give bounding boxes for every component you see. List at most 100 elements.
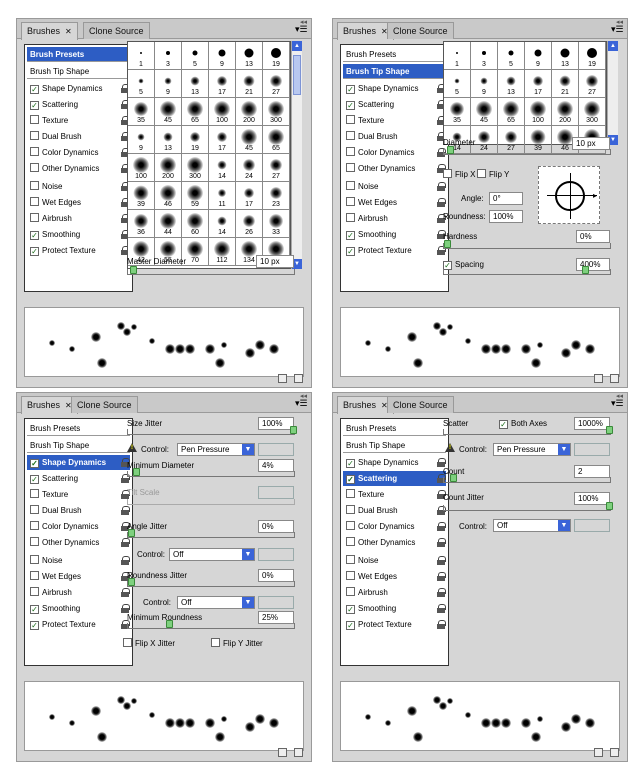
count-control-select[interactable]: Off ▼ <box>493 519 571 532</box>
checkbox[interactable] <box>346 505 355 514</box>
checkbox[interactable] <box>30 181 39 190</box>
list-item-shape-dynamics[interactable]: ✓ Shape Dynamics <box>27 81 130 96</box>
brush-preset-cell[interactable]: 24 <box>236 154 263 182</box>
brush-preset-cell[interactable]: 5 <box>128 70 155 98</box>
lock-icon[interactable] <box>437 182 446 191</box>
brush-preset-cell[interactable]: 39 <box>128 182 155 210</box>
brush-preset-cell[interactable]: 11 <box>209 182 236 210</box>
checkbox-checked[interactable]: ✓ <box>346 459 355 468</box>
brush-preset-cell[interactable]: 36 <box>128 210 155 238</box>
brush-preset-cell[interactable]: 59 <box>182 182 209 210</box>
chevron-down-icon[interactable]: ▼ <box>242 597 254 608</box>
brush-preset-cell[interactable]: 200 <box>155 154 182 182</box>
new-brush-icon[interactable] <box>594 748 603 757</box>
brush-preset-cell[interactable]: 45 <box>236 126 263 154</box>
brush-preset-cell[interactable]: 100 <box>128 154 155 182</box>
brush-preset-cell[interactable]: 100 <box>209 98 236 126</box>
checkbox[interactable] <box>346 181 355 190</box>
checkbox-checked[interactable]: ✓ <box>346 101 355 110</box>
checkbox[interactable] <box>477 169 486 178</box>
list-item-color-dynamics[interactable]: Color Dynamics <box>343 145 446 160</box>
brush-preset-cell[interactable]: 17 <box>209 70 236 98</box>
brush-preset-grid[interactable]: 1 3 5 9 13 19 5 9 13 17 21 27 35 45 65 100 200 300 9 13 19 17… <box>127 41 291 269</box>
lock-icon[interactable] <box>121 588 130 597</box>
list-item-texture[interactable]: Texture <box>343 487 446 502</box>
brush-preset-cell[interactable]: 3 <box>155 42 182 70</box>
hardness-slider[interactable] <box>443 240 611 249</box>
checkbox-checked[interactable]: ✓ <box>346 231 355 240</box>
master-diameter-field[interactable]: 10 px <box>256 255 294 268</box>
brush-preset-cell[interactable]: 19 <box>579 42 606 70</box>
slider-knob[interactable] <box>128 529 135 537</box>
brush-preset-cell[interactable]: 300 <box>579 98 606 126</box>
lock-icon[interactable] <box>437 198 446 207</box>
lock-icon[interactable] <box>437 604 446 613</box>
chevron-down-icon[interactable]: ▼ <box>558 520 570 531</box>
scatter-slider[interactable] <box>443 426 613 435</box>
brush-preset-cell[interactable]: 5 <box>444 70 471 98</box>
scroll-up-icon[interactable]: ▲ <box>608 41 618 51</box>
checkbox-checked[interactable]: ✓ <box>346 247 355 256</box>
brush-preset-cell[interactable]: 17 <box>209 126 236 154</box>
list-item-protect-texture[interactable]: ✓ Protect Texture <box>27 243 130 258</box>
lock-icon[interactable] <box>121 506 130 515</box>
brush-preset-cell[interactable]: 9 <box>471 70 498 98</box>
brush-preset-cell[interactable]: 100 <box>525 98 552 126</box>
brush-preset-cell[interactable]: 9 <box>128 126 155 154</box>
list-item-brush-tip-shape[interactable]: Brush Tip Shape <box>343 64 446 79</box>
both-axes-option[interactable]: ✓ Both Axes <box>499 419 547 429</box>
size-control-select[interactable]: Pen Pressure ▼ <box>177 443 255 456</box>
list-item-other-dynamics[interactable]: Other Dynamics <box>343 535 446 550</box>
brush-preset-cell[interactable]: 19 <box>263 42 290 70</box>
checkbox[interactable] <box>30 147 39 156</box>
brush-preset-cell[interactable]: 45 <box>155 98 182 126</box>
list-item-smoothing[interactable]: ✓ Smoothing <box>27 601 130 616</box>
count-slider[interactable] <box>443 474 611 483</box>
brush-preset-cell[interactable]: 21 <box>552 70 579 98</box>
brush-preset-cell[interactable]: 13 <box>155 126 182 154</box>
tab-clone-source[interactable]: Clone Source <box>387 396 454 413</box>
list-item-noise[interactable]: Noise <box>27 553 130 568</box>
checkbox-checked[interactable]: ✓ <box>30 85 39 94</box>
trash-icon[interactable] <box>610 374 619 383</box>
chevron-down-icon[interactable]: ▼ <box>242 549 254 560</box>
spacing-slider[interactable] <box>443 266 611 275</box>
checkbox[interactable] <box>443 169 452 178</box>
trash-icon[interactable] <box>610 748 619 757</box>
roundness-jitter-slider[interactable] <box>127 578 295 587</box>
lock-icon[interactable] <box>121 604 130 613</box>
checkbox[interactable] <box>346 555 355 564</box>
checkbox[interactable] <box>346 131 355 140</box>
slider-knob[interactable] <box>128 578 135 586</box>
list-item-brush-presets[interactable]: Brush Presets <box>27 421 130 436</box>
checkbox[interactable] <box>30 213 39 222</box>
tab-clone-source[interactable]: Clone Source <box>71 396 138 413</box>
slider-knob[interactable] <box>444 240 451 248</box>
flip-y-jitter-option[interactable]: Flip Y Jitter <box>211 638 263 648</box>
checkbox-checked[interactable]: ✓ <box>30 231 39 240</box>
checkbox-checked[interactable]: ✓ <box>30 459 39 468</box>
tab-brushes[interactable]: Brushes ✕ <box>21 396 78 414</box>
roundness-control-select[interactable]: Off ▼ <box>177 596 255 609</box>
checkbox-checked[interactable]: ✓ <box>30 475 39 484</box>
brush-preset-cell[interactable]: 13 <box>182 70 209 98</box>
list-item-brush-tip-shape[interactable]: Brush Tip Shape <box>27 64 130 79</box>
tab-clone-source[interactable]: Clone Source <box>83 22 150 39</box>
checkbox[interactable] <box>346 521 355 530</box>
brush-preset-cell[interactable]: 27 <box>579 70 606 98</box>
checkbox-checked[interactable]: ✓ <box>30 605 39 614</box>
checkbox[interactable] <box>30 537 39 546</box>
list-item-texture[interactable]: Texture <box>27 113 130 128</box>
list-item-brush-presets[interactable]: Brush Presets <box>343 421 446 436</box>
checkbox[interactable] <box>346 587 355 596</box>
flip-x-option[interactable]: Flip X <box>443 169 475 179</box>
lock-icon[interactable] <box>437 588 446 597</box>
checkbox-checked[interactable]: ✓ <box>346 605 355 614</box>
scroll-up-icon[interactable]: ▲ <box>292 41 302 51</box>
checkbox[interactable] <box>346 163 355 172</box>
brush-preset-cell[interactable]: 300 <box>263 98 290 126</box>
minimum-diameter-slider[interactable] <box>127 468 295 477</box>
list-item-wet-edges[interactable]: Wet Edges <box>343 569 446 584</box>
checkbox-checked[interactable]: ✓ <box>499 420 508 429</box>
brush-preset-cell[interactable]: 200 <box>552 98 579 126</box>
